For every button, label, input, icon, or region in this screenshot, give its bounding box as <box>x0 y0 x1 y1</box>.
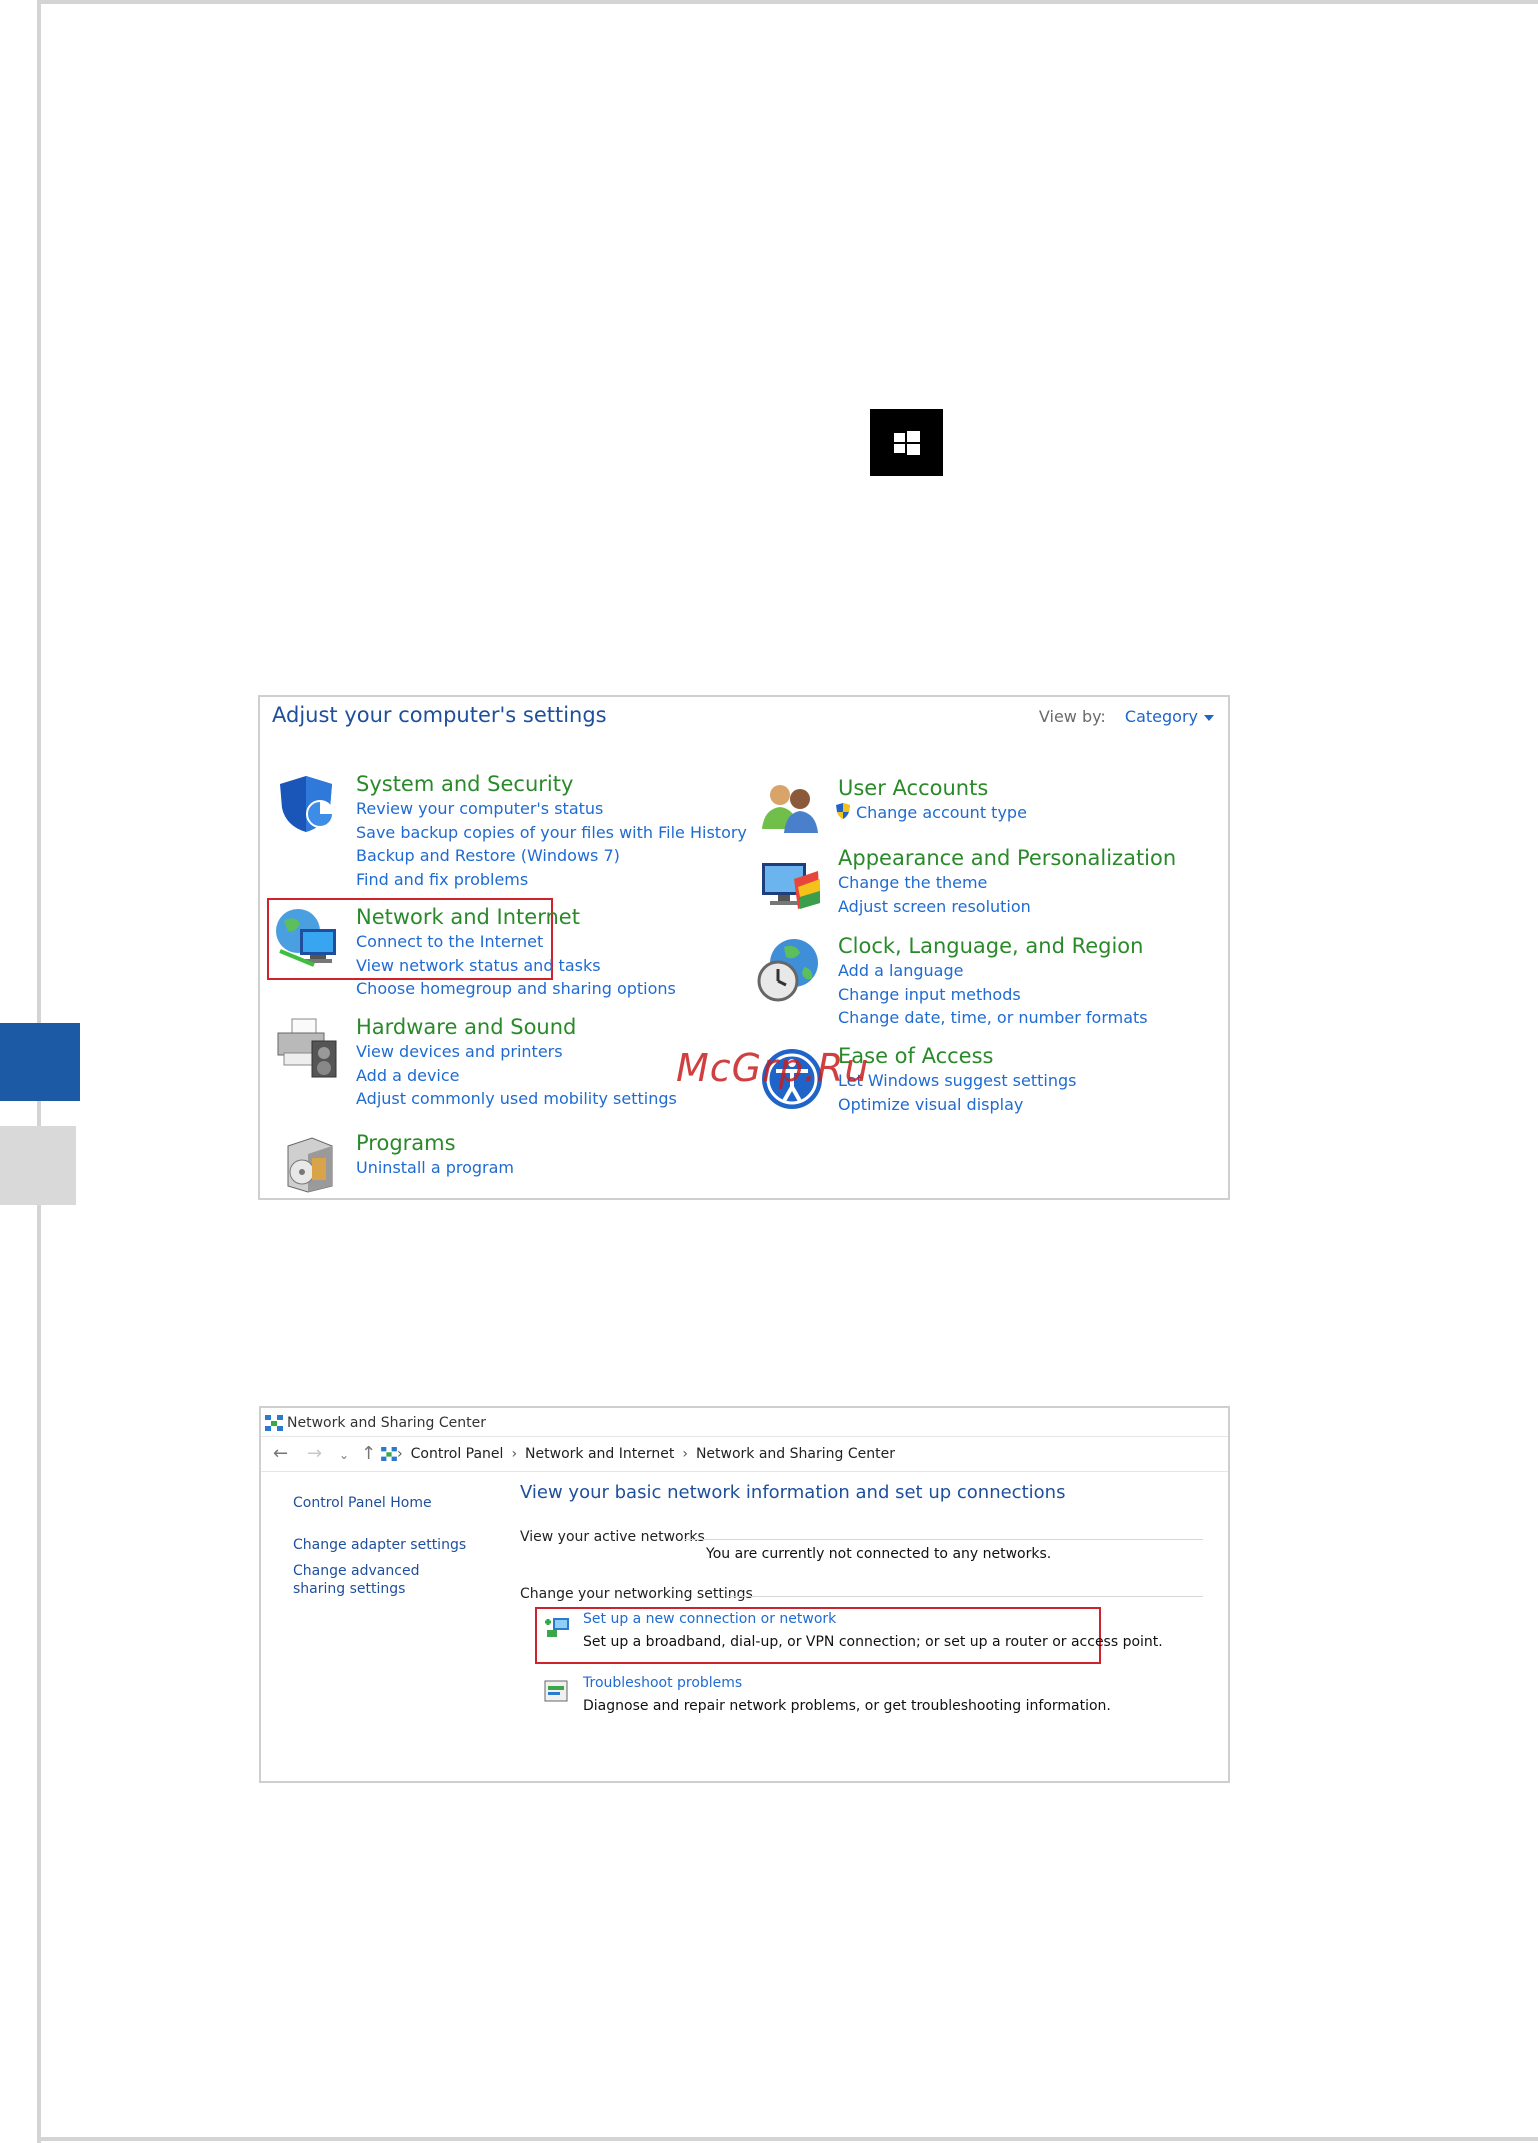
category-system-security: System and Security Review your computer… <box>356 771 747 891</box>
chapter-tab-inactive <box>0 1126 76 1205</box>
link-date-time-formats[interactable]: Change date, time, or number formats <box>838 1006 1148 1030</box>
view-by-label: View by: <box>1038 707 1106 726</box>
link-file-history[interactable]: Save backup copies of your files with Fi… <box>356 821 747 845</box>
category-heading-programs[interactable]: Programs <box>356 1130 514 1156</box>
windows-key-icon <box>870 409 943 476</box>
task-desc-new-connection: Set up a broadband, dial-up, or VPN conn… <box>583 1634 1163 1650</box>
link-backup-restore[interactable]: Backup and Restore (Windows 7) <box>356 844 747 868</box>
troubleshoot-icon <box>544 1680 568 1702</box>
chapter-tab-active <box>0 1023 80 1101</box>
link-connect-internet[interactable]: Connect to the Internet <box>356 930 676 954</box>
view-by-value: Category <box>1124 707 1198 726</box>
link-input-methods[interactable]: Change input methods <box>838 983 1148 1007</box>
printer-speaker-icon <box>277 1018 337 1078</box>
category-heading-appearance[interactable]: Appearance and Personalization <box>838 845 1176 871</box>
divider <box>726 1596 1203 1597</box>
category-heading-user-accounts[interactable]: User Accounts <box>838 775 1027 801</box>
category-heading-hardware-sound[interactable]: Hardware and Sound <box>356 1014 677 1040</box>
address-network-icon <box>381 1447 397 1461</box>
task-link-troubleshoot[interactable]: Troubleshoot problems <box>583 1675 742 1691</box>
nav-advanced-sharing[interactable]: Change advanced sharing settings <box>293 1562 463 1598</box>
link-add-device[interactable]: Add a device <box>356 1064 677 1088</box>
link-devices-printers[interactable]: View devices and printers <box>356 1040 677 1064</box>
link-mobility-settings[interactable]: Adjust commonly used mobility settings <box>356 1087 677 1111</box>
link-network-status[interactable]: View network status and tasks <box>356 954 676 978</box>
link-review-status[interactable]: Review your computer's status <box>356 797 747 821</box>
category-user-accounts: User Accounts Change account type <box>836 775 1027 825</box>
category-programs: Programs Uninstall a program <box>356 1130 514 1180</box>
clock-globe-icon <box>757 939 818 1002</box>
window-title: Network and Sharing Center <box>287 1415 487 1431</box>
windows-logo-icon <box>894 431 920 455</box>
link-homegroup-sharing[interactable]: Choose homegroup and sharing options <box>356 977 676 1001</box>
category-heading-ease-of-access[interactable]: Ease of Access <box>838 1043 1076 1069</box>
breadcrumb-control-panel[interactable]: Control Panel <box>411 1446 504 1462</box>
network-sharing-window: Network and Sharing Center ← → ⌄ ↑ › Cont… <box>259 1406 1230 1783</box>
link-optimize-visual-display[interactable]: Optimize visual display <box>838 1093 1076 1117</box>
control-panel-window: Adjust your computer's settings View by:… <box>258 695 1230 1200</box>
programs-box-icon <box>287 1137 333 1193</box>
category-heading-system-security[interactable]: System and Security <box>356 771 747 797</box>
address-bar: ← → ⌄ ↑ › Control Panel › Network and Inter… <box>261 1436 1228 1472</box>
section-heading: View your basic network information and … <box>520 1482 1066 1503</box>
page-title: Adjust your computer's settings <box>272 703 607 727</box>
link-find-fix-problems[interactable]: Find and fix problems <box>356 868 747 892</box>
up-arrow-icon[interactable]: ↑ <box>361 1443 376 1464</box>
appearance-monitor-icon <box>762 863 820 909</box>
back-arrow-icon[interactable]: ← <box>273 1443 288 1464</box>
shield-icon <box>280 776 334 832</box>
active-networks-label: View your active networks <box>520 1529 705 1545</box>
breadcrumb-network-internet[interactable]: Network and Internet <box>525 1446 674 1462</box>
page-border-top <box>37 0 1538 4</box>
link-change-theme[interactable]: Change the theme <box>838 871 1176 895</box>
nav-control-panel-home[interactable]: Control Panel Home <box>293 1494 432 1512</box>
not-connected-text: You are currently not connected to any n… <box>706 1546 1052 1562</box>
category-network-internet: Network and Internet Connect to the Inte… <box>356 904 676 1001</box>
watermark-text: McGrp.Ru <box>676 1046 870 1090</box>
link-change-account-type: Change account type <box>856 803 1027 822</box>
link-windows-suggest-settings[interactable]: Let Windows suggest settings <box>838 1069 1076 1093</box>
link-add-language[interactable]: Add a language <box>838 959 1148 983</box>
recent-dropdown-icon[interactable]: ⌄ <box>339 1448 349 1462</box>
divider <box>685 1539 1203 1540</box>
category-heading-clock-region[interactable]: Clock, Language, and Region <box>838 933 1148 959</box>
category-hardware-sound: Hardware and Sound View devices and prin… <box>356 1014 677 1111</box>
category-ease-of-access: Ease of Access Let Windows suggest setti… <box>838 1043 1076 1116</box>
view-by-selector: View by: Category <box>1039 707 1214 726</box>
category-appearance: Appearance and Personalization Change th… <box>838 845 1176 918</box>
link-screen-resolution[interactable]: Adjust screen resolution <box>838 895 1176 919</box>
view-by-dropdown[interactable]: Category <box>1125 707 1214 726</box>
network-center-icon <box>265 1415 283 1431</box>
breadcrumb: › Control Panel › Network and Internet › Netw… <box>397 1446 895 1462</box>
uac-shield-icon <box>836 803 850 819</box>
user-accounts-icon <box>762 785 818 833</box>
change-settings-label: Change your networking settings <box>520 1586 753 1602</box>
chevron-down-icon <box>1204 714 1214 721</box>
link-uninstall-program[interactable]: Uninstall a program <box>356 1156 514 1180</box>
breadcrumb-network-center[interactable]: Network and Sharing Center <box>696 1446 895 1462</box>
nav-adapter-settings[interactable]: Change adapter settings <box>293 1536 466 1554</box>
task-desc-troubleshoot: Diagnose and repair network problems, or… <box>583 1698 1111 1714</box>
forward-arrow-icon[interactable]: → <box>307 1443 322 1464</box>
new-connection-icon <box>545 1618 569 1637</box>
page-border-bottom <box>37 2137 1538 2141</box>
category-heading-network-internet[interactable]: Network and Internet <box>356 904 676 930</box>
category-clock-region: Clock, Language, and Region Add a langua… <box>838 933 1148 1030</box>
link-change-account-type-row[interactable]: Change account type <box>834 801 1027 825</box>
task-link-new-connection[interactable]: Set up a new connection or network <box>583 1611 836 1627</box>
